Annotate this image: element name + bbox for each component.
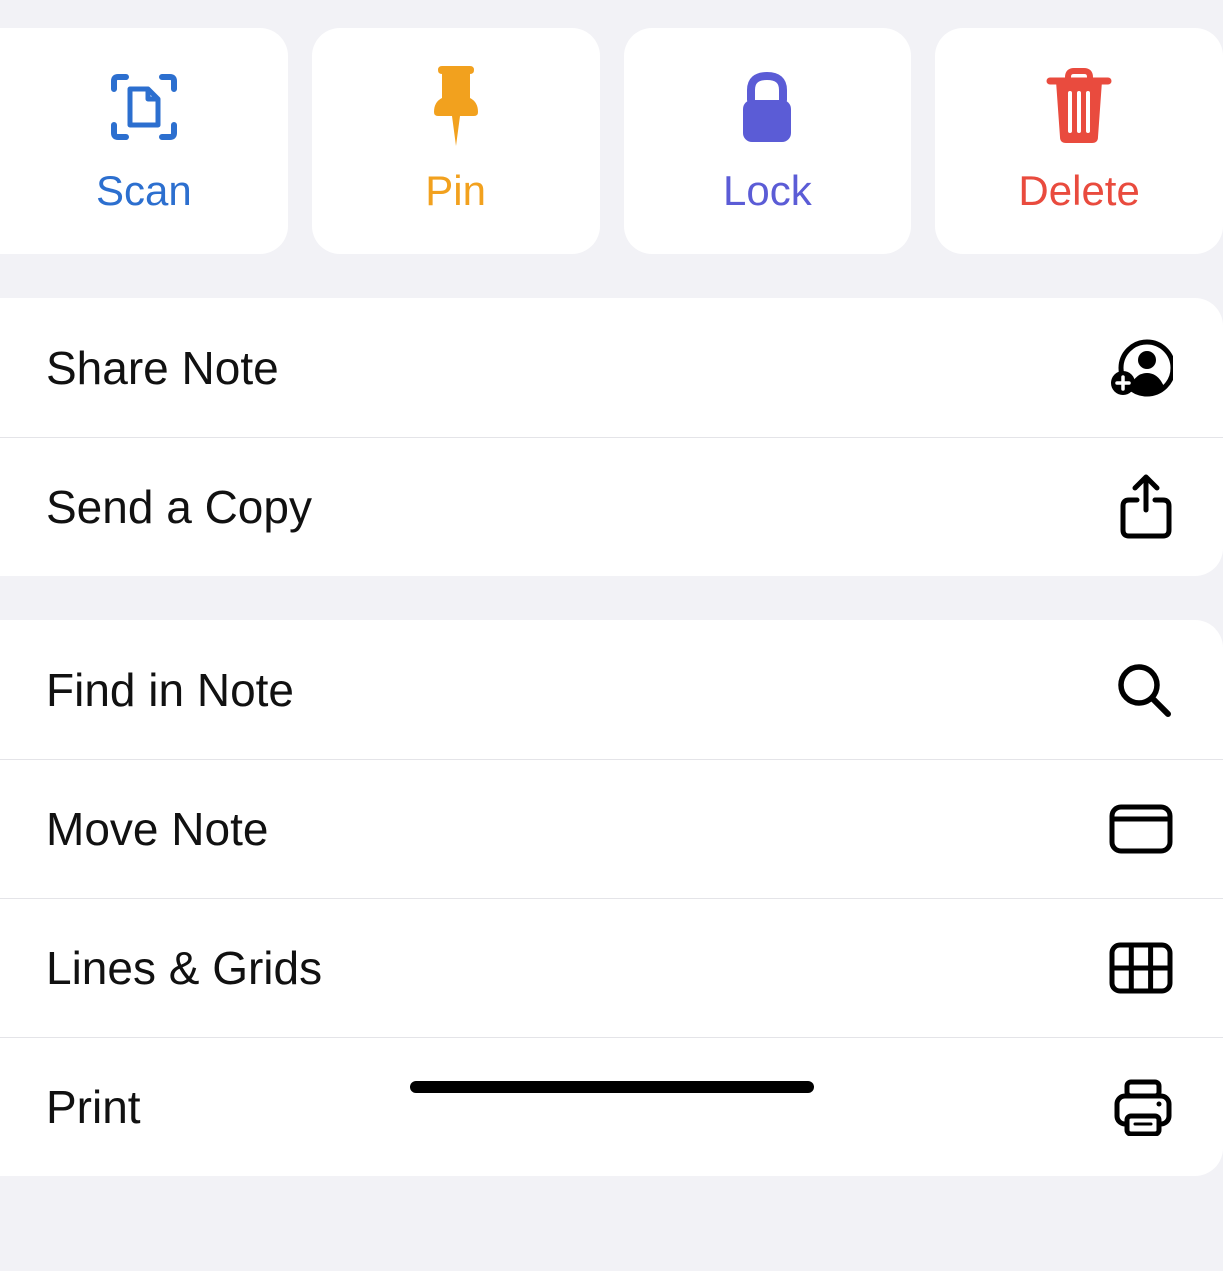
printer-icon <box>1113 1078 1173 1136</box>
share-note-label: Share Note <box>46 341 279 395</box>
share-icon <box>1119 474 1173 540</box>
home-indicator[interactable] <box>410 1081 814 1093</box>
lock-label: Lock <box>723 167 812 215</box>
pin-icon <box>420 67 492 147</box>
lines-grids-item[interactable]: Lines & Grids <box>0 898 1223 1037</box>
pin-label: Pin <box>425 167 486 215</box>
lines-grids-label: Lines & Grids <box>46 941 322 995</box>
folder-icon <box>1109 804 1173 854</box>
delete-label: Delete <box>1018 167 1139 215</box>
send-copy-item[interactable]: Send a Copy <box>0 437 1223 576</box>
lock-icon <box>737 67 797 147</box>
print-label: Print <box>46 1080 141 1134</box>
scan-label: Scan <box>96 167 192 215</box>
trash-icon <box>1044 67 1114 147</box>
lock-button[interactable]: Lock <box>624 28 912 254</box>
search-icon <box>1115 661 1173 719</box>
share-note-item[interactable]: Share Note <box>0 298 1223 437</box>
move-note-item[interactable]: Move Note <box>0 759 1223 898</box>
move-note-label: Move Note <box>46 802 268 856</box>
scan-icon <box>108 67 180 147</box>
pin-button[interactable]: Pin <box>312 28 600 254</box>
delete-button[interactable]: Delete <box>935 28 1223 254</box>
find-in-note-item[interactable]: Find in Note <box>0 620 1223 759</box>
grid-icon <box>1109 942 1173 994</box>
find-in-note-label: Find in Note <box>46 663 294 717</box>
send-copy-label: Send a Copy <box>46 480 312 534</box>
person-add-icon <box>1109 339 1173 397</box>
scan-button[interactable]: Scan <box>0 28 288 254</box>
print-item[interactable]: Print <box>0 1037 1223 1176</box>
menu-group-share: Share Note Send a Copy <box>0 298 1223 576</box>
quick-actions-row: Scan Pin Lock <box>0 0 1223 254</box>
